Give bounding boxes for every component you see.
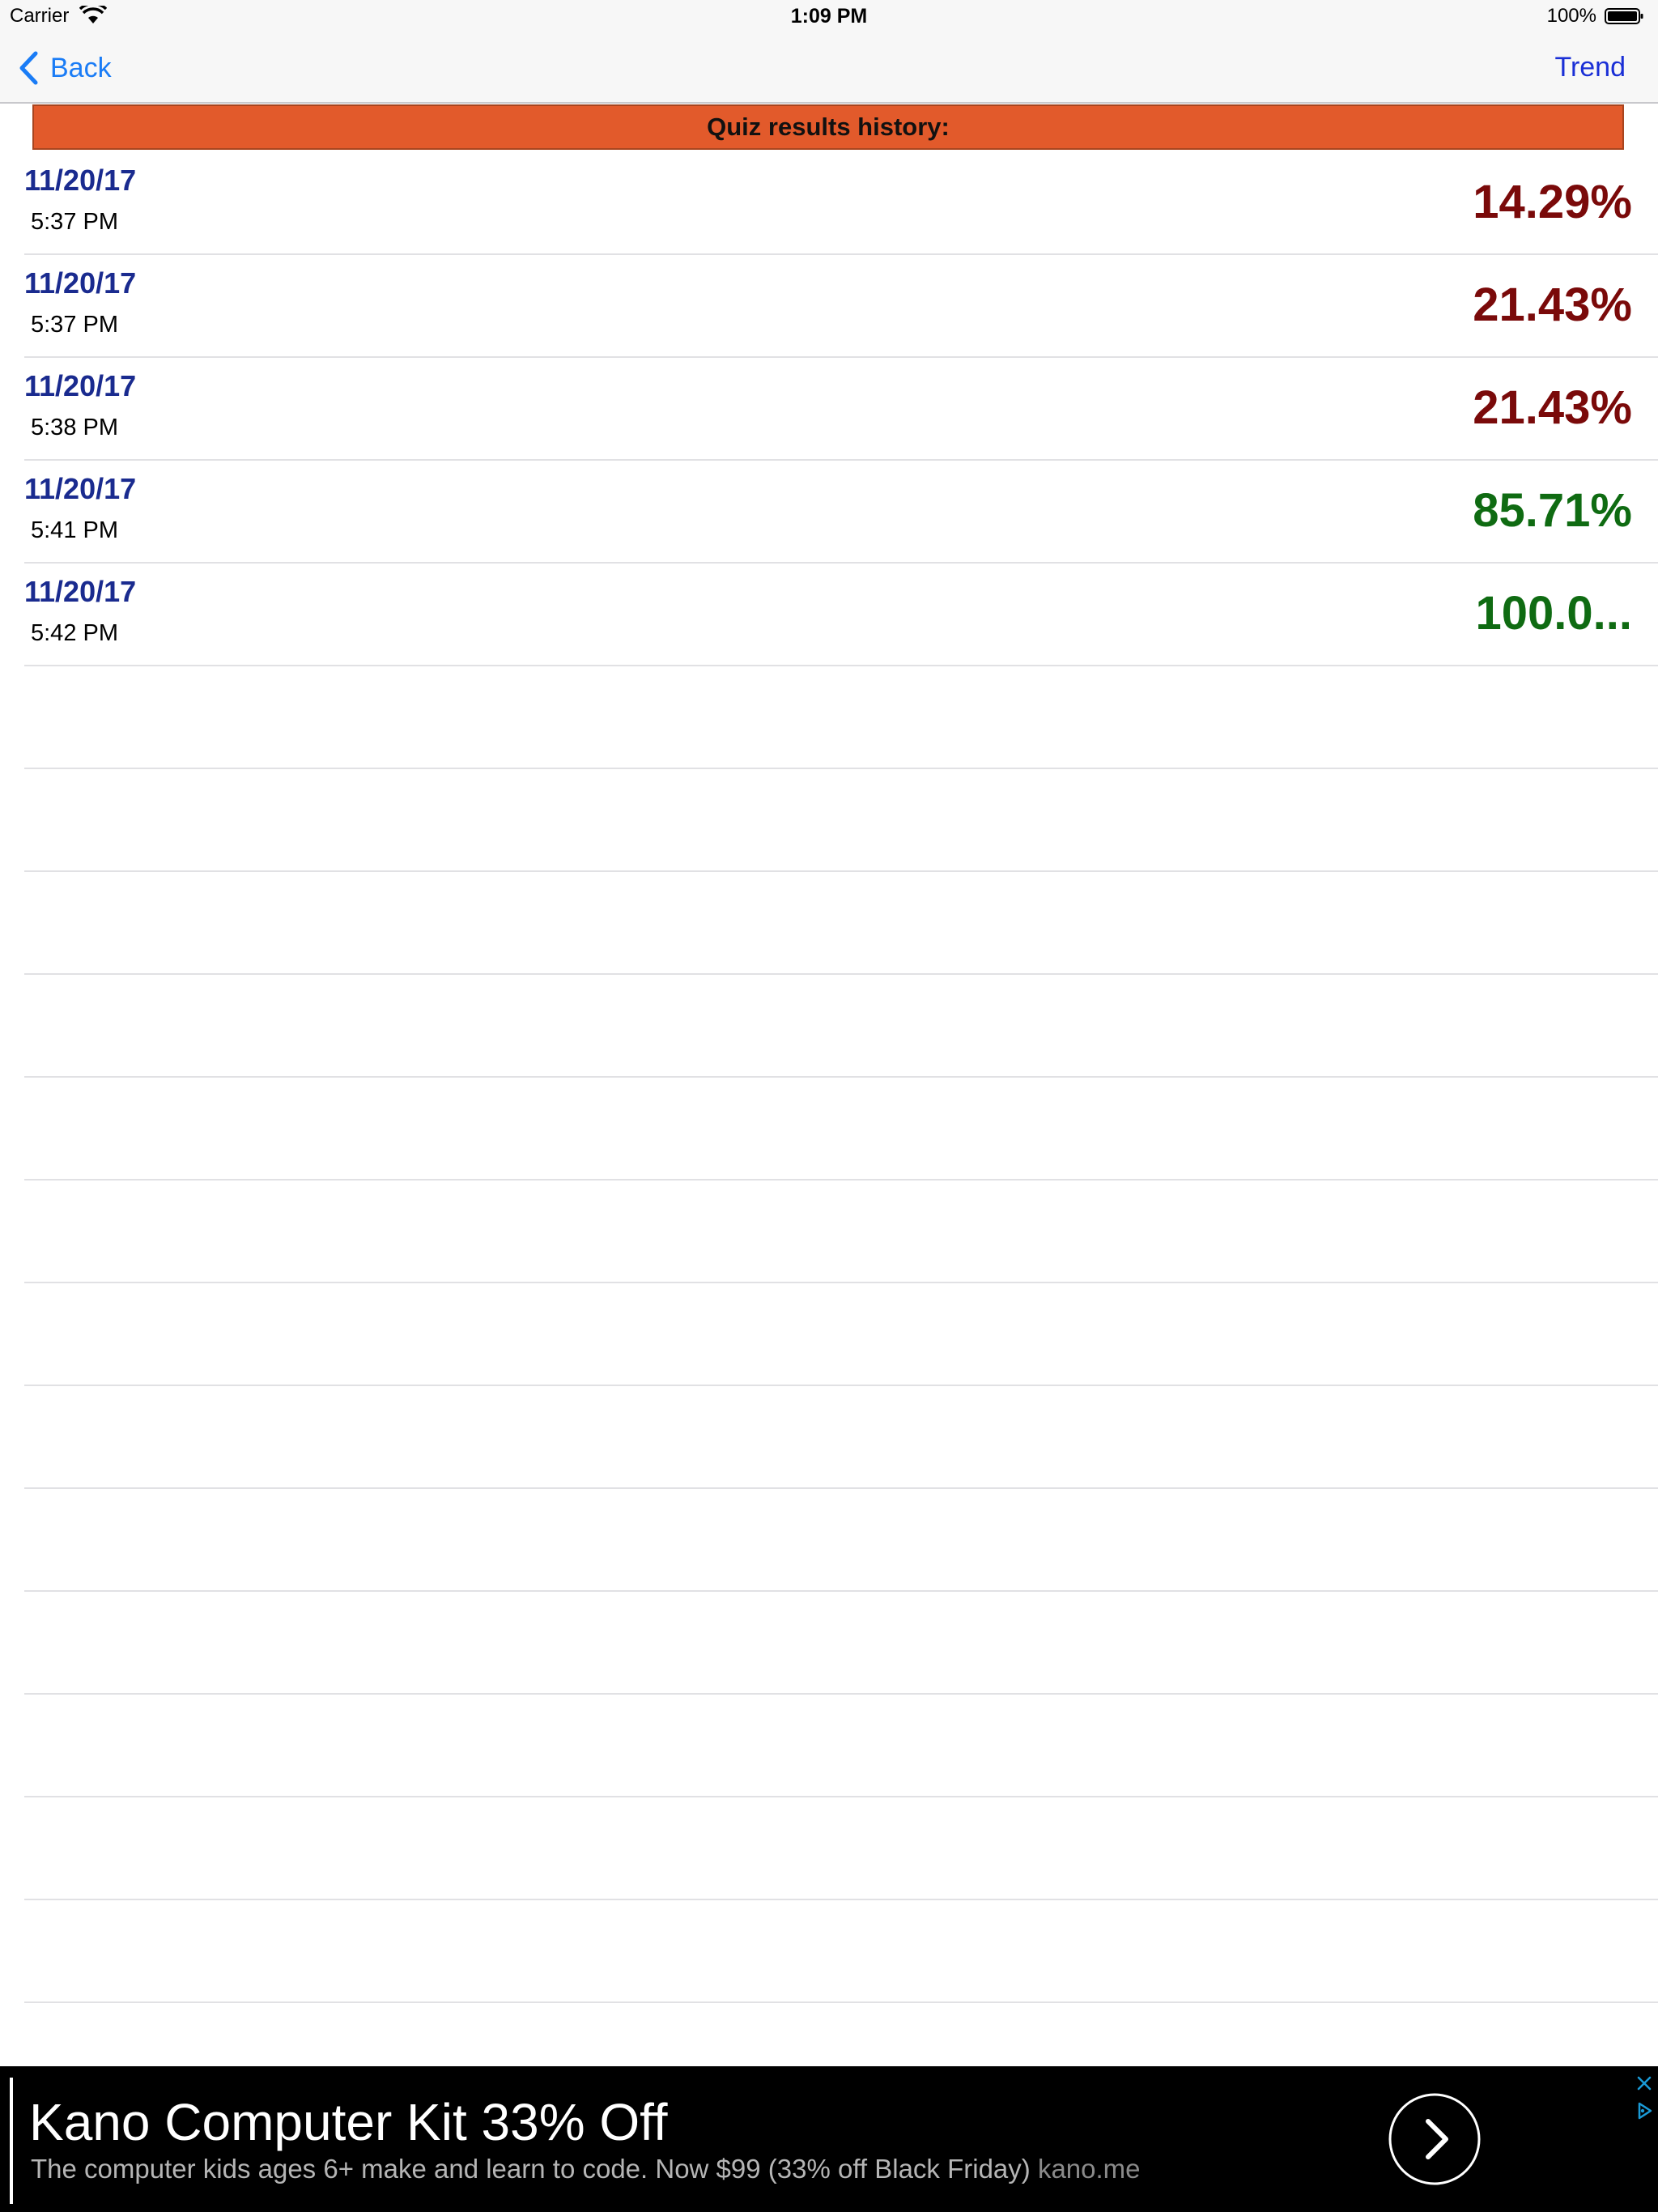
battery-icon: [1605, 8, 1643, 24]
ad-description: The computer kids ages 6+ make and learn…: [31, 2154, 1031, 2184]
empty-row: [0, 975, 1658, 1078]
result-time: 5:42 PM: [31, 620, 118, 646]
ad-banner[interactable]: Kano Computer Kit 33% Off The computer k…: [0, 2066, 1658, 2212]
ad-domain: kano.me: [1037, 2154, 1141, 2184]
result-date: 11/20/17: [24, 472, 137, 505]
quiz-history-header: Quiz results history:: [32, 104, 1624, 150]
result-row[interactable]: 11/20/17 5:41 PM 85.71%: [0, 461, 1658, 564]
result-date: 11/20/17: [24, 369, 137, 402]
empty-row: [0, 666, 1658, 769]
ad-choices-icon[interactable]: [1634, 2100, 1655, 2121]
result-date: 11/20/17: [24, 575, 137, 608]
result-row[interactable]: 11/20/17 5:42 PM 100.0...: [0, 564, 1658, 666]
ad-body[interactable]: The computer kids ages 6+ make and learn…: [31, 2154, 1141, 2184]
navigation-bar: Back Trend: [0, 32, 1658, 104]
empty-row: [0, 1592, 1658, 1695]
empty-row: [0, 1900, 1658, 2003]
result-score: 21.43%: [1473, 279, 1632, 331]
result-date: 11/20/17: [24, 164, 137, 197]
result-row[interactable]: 11/20/17 5:37 PM 21.43%: [0, 255, 1658, 358]
result-score: 14.29%: [1473, 176, 1632, 228]
empty-row: [0, 1797, 1658, 1900]
empty-row: [0, 1283, 1658, 1386]
empty-row: [0, 1489, 1658, 1592]
chevron-right-circle-icon[interactable]: [1388, 2092, 1482, 2186]
result-score: 21.43%: [1473, 381, 1632, 434]
result-date: 11/20/17: [24, 266, 137, 300]
battery-percent: 100%: [1546, 5, 1596, 27]
result-row[interactable]: 11/20/17 5:37 PM 14.29%: [0, 152, 1658, 255]
result-row[interactable]: 11/20/17 5:38 PM 21.43%: [0, 358, 1658, 461]
empty-row: [0, 1180, 1658, 1283]
empty-row: [0, 769, 1658, 872]
ad-divider: [10, 2078, 13, 2204]
empty-row: [0, 1078, 1658, 1180]
back-label: Back: [50, 52, 112, 83]
ad-title[interactable]: Kano Computer Kit 33% Off: [29, 2092, 668, 2152]
results-list: 11/20/17 5:37 PM 14.29% 11/20/17 5:37 PM…: [0, 152, 1658, 2003]
trend-button[interactable]: Trend: [1554, 52, 1626, 83]
empty-row: [0, 1386, 1658, 1489]
back-button[interactable]: Back: [18, 50, 112, 86]
chevron-left-icon: [19, 51, 38, 85]
close-icon[interactable]: [1634, 2073, 1655, 2094]
result-time: 5:41 PM: [31, 517, 118, 543]
status-bar: Carrier 1:09 PM 100%: [0, 0, 1658, 32]
result-time: 5:37 PM: [31, 209, 118, 235]
result-score: 100.0...: [1475, 587, 1632, 640]
result-time: 5:37 PM: [31, 312, 118, 338]
result-score: 85.71%: [1473, 484, 1632, 537]
status-time: 1:09 PM: [790, 5, 868, 28]
empty-row: [0, 1695, 1658, 1797]
empty-row: [0, 872, 1658, 975]
result-time: 5:38 PM: [31, 415, 118, 440]
